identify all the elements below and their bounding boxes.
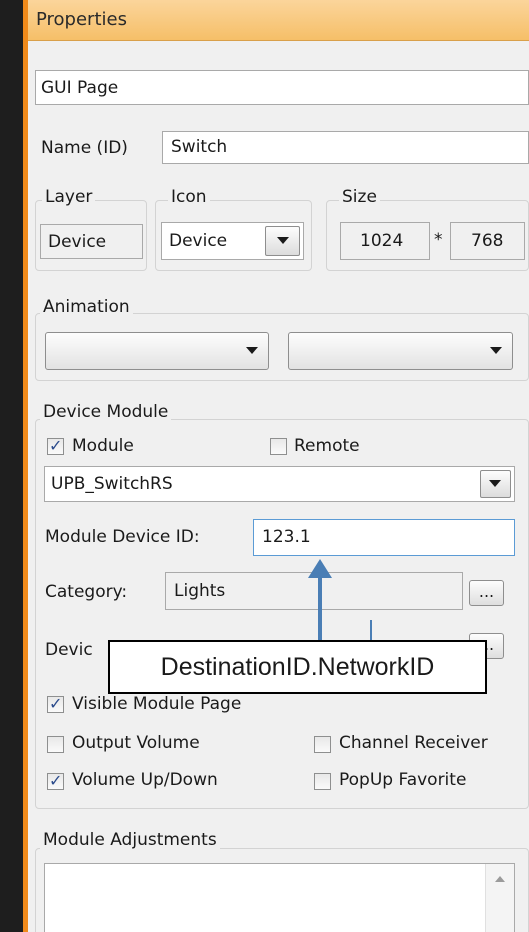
category-browse-button[interactable]: ... xyxy=(469,580,504,606)
annotation-callout-text: DestinationID.NetworkID xyxy=(160,653,435,681)
size-height-value: 768 xyxy=(471,231,504,251)
layer-label: Layer xyxy=(42,187,96,207)
category-value: Lights xyxy=(174,581,226,601)
window-frame xyxy=(0,0,23,932)
chevron-down-icon xyxy=(246,347,258,354)
size-width-field: 1024 xyxy=(340,222,430,260)
device-module-label: Device Module xyxy=(40,402,172,422)
channel-receiver-label: Channel Receiver xyxy=(339,733,488,753)
module-adjustments-label: Module Adjustments xyxy=(40,830,220,850)
chevron-down-icon xyxy=(277,237,289,244)
device-row-label: Devic xyxy=(45,640,93,660)
remote-checkbox[interactable] xyxy=(270,438,287,455)
panel-title: Properties xyxy=(36,9,127,30)
module-select-button[interactable] xyxy=(480,470,511,498)
size-separator: * xyxy=(434,230,443,250)
name-input-value: Switch xyxy=(171,137,228,157)
scroll-up-icon[interactable] xyxy=(495,876,505,882)
category-field: Lights xyxy=(165,572,463,610)
chevron-down-icon xyxy=(490,347,502,354)
name-input[interactable]: Switch xyxy=(162,131,529,164)
volume-updown-checkbox[interactable] xyxy=(47,771,64,790)
layer-value: Device xyxy=(48,232,107,252)
icon-dropdown-button[interactable] xyxy=(265,226,300,256)
icon-dropdown[interactable]: Device xyxy=(161,222,304,260)
panel-title-bar: Properties xyxy=(28,0,529,41)
device-id-input[interactable]: 123.1 xyxy=(253,519,515,556)
popup-favorite-label: PopUp Favorite xyxy=(339,770,467,790)
properties-panel: Properties GUI Page Name (ID) Switch Lay… xyxy=(28,0,529,932)
name-label: Name (ID) xyxy=(41,138,128,158)
remote-checkbox-label: Remote xyxy=(294,436,360,456)
device-id-value: 123.1 xyxy=(262,527,311,547)
device-id-label: Module Device ID: xyxy=(45,527,200,547)
output-volume-checkbox[interactable] xyxy=(47,736,64,753)
module-select[interactable]: UPB_SwitchRS xyxy=(44,466,515,502)
scrollbar[interactable] xyxy=(485,864,514,932)
object-type-text: GUI Page xyxy=(41,78,119,98)
module-checkbox-label: Module xyxy=(72,436,134,456)
icon-label: Icon xyxy=(168,187,210,207)
visible-checkbox-label: Visible Module Page xyxy=(72,694,242,714)
size-label: Size xyxy=(339,187,380,207)
channel-receiver-checkbox[interactable] xyxy=(314,736,331,753)
chevron-down-icon xyxy=(489,480,501,487)
volume-updown-label: Volume Up/Down xyxy=(72,770,218,790)
output-volume-label: Output Volume xyxy=(72,733,200,753)
icon-dropdown-value: Device xyxy=(169,231,228,251)
module-adjustments-list[interactable] xyxy=(44,863,515,932)
module-select-value: UPB_SwitchRS xyxy=(51,474,173,494)
animation-out-dropdown[interactable] xyxy=(288,332,513,370)
ellipsis-icon: ... xyxy=(478,582,495,601)
annotation-callout: DestinationID.NetworkID xyxy=(108,640,487,694)
module-checkbox[interactable] xyxy=(47,436,64,455)
visible-checkbox[interactable] xyxy=(47,694,64,713)
category-label: Category: xyxy=(45,582,128,602)
object-type-field: GUI Page xyxy=(35,70,529,105)
animation-in-dropdown[interactable] xyxy=(45,332,269,370)
popup-favorite-checkbox[interactable] xyxy=(314,773,331,790)
size-width-value: 1024 xyxy=(360,231,404,251)
size-height-field: 768 xyxy=(450,222,525,260)
animation-label: Animation xyxy=(40,297,133,317)
layer-field: Device xyxy=(40,224,143,259)
